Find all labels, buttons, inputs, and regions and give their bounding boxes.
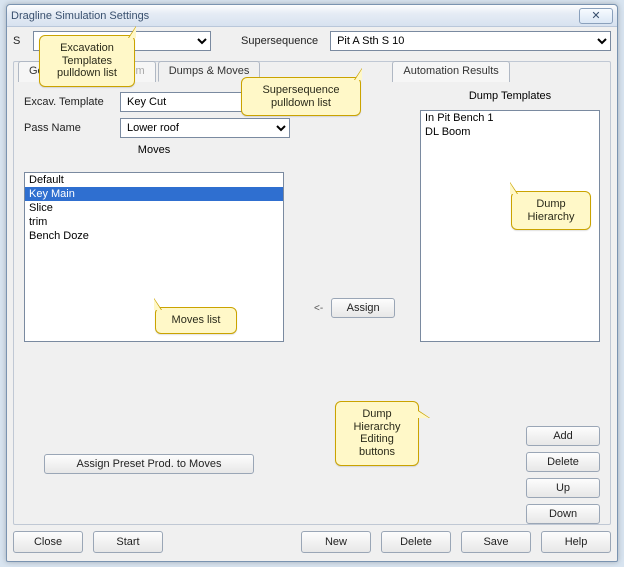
supersequence-combobox[interactable]: Pit A Sth S 10 — [330, 31, 611, 51]
dump-templates-title: Dump Templates — [420, 90, 600, 102]
close-button[interactable]: Close — [13, 531, 83, 553]
callout-dump-hierarchy: Dump Hierarchy — [511, 191, 591, 230]
up-button[interactable]: Up — [526, 478, 600, 498]
sim-label-trunc: S — [13, 35, 27, 47]
titlebar: Dragline Simulation Settings ✕ — [7, 5, 617, 27]
callout-excav: Excavation Templates pulldown list — [39, 35, 135, 87]
assign-preset-button[interactable]: Assign Preset Prod. to Moves — [44, 454, 254, 474]
delete-button[interactable]: Delete — [526, 452, 600, 472]
down-button[interactable]: Down — [526, 504, 600, 524]
list-item[interactable]: DL Boom — [421, 125, 599, 139]
window-title: Dragline Simulation Settings — [11, 10, 149, 22]
save-button[interactable]: Save — [461, 531, 531, 553]
tab-body: Excav. Template Key Cut Pass Name Lower … — [14, 82, 610, 524]
callout-moves: Moves list — [155, 307, 237, 334]
assign-button[interactable]: Assign — [331, 298, 395, 318]
dump-hierarchy-buttons: Add Delete Up Down — [526, 426, 600, 524]
callout-text: Supersequence pulldown list — [262, 84, 339, 109]
bottom-button-bar: Close Start New Delete Save Help — [13, 531, 611, 553]
callout-text: Dump Hierarchy — [527, 198, 574, 223]
callout-text: Moves list — [172, 314, 221, 326]
delete2-button[interactable]: Delete — [381, 531, 451, 553]
pass-name-label: Pass Name — [24, 122, 112, 134]
tab-automation-results[interactable]: Automation Results — [392, 61, 509, 82]
callout-dump-buttons: Dump Hierarchy Editing buttons — [335, 401, 419, 466]
assign-arrow-icon: <- — [314, 303, 323, 314]
list-item[interactable]: Bench Doze — [25, 229, 283, 243]
assign-preset-group: Assign Preset Prod. to Moves — [44, 454, 254, 474]
window-close-button[interactable]: ✕ — [579, 8, 613, 24]
callout-text: Excavation Templates pulldown list — [57, 42, 117, 79]
list-item[interactable]: In Pit Bench 1 — [421, 111, 599, 125]
moves-title: Moves — [24, 144, 284, 156]
callout-supersequence: Supersequence pulldown list — [241, 77, 361, 116]
list-item[interactable]: Slice — [25, 201, 283, 215]
list-item[interactable]: Default — [25, 173, 283, 187]
supersequence-label: Supersequence — [241, 35, 318, 47]
moves-listbox[interactable]: Default Key Main Slice trim Bench Doze — [24, 172, 284, 342]
add-button[interactable]: Add — [526, 426, 600, 446]
list-item[interactable]: Key Main — [25, 187, 283, 201]
assign-group: <- Assign — [314, 298, 395, 318]
help-button[interactable]: Help — [541, 531, 611, 553]
dialog-window: Dragline Simulation Settings ✕ S ast DL … — [6, 4, 618, 562]
tab-panel: General Single Sim Dumps & Moves Automat… — [13, 61, 611, 525]
new-button[interactable]: New — [301, 531, 371, 553]
list-item[interactable]: trim — [25, 215, 283, 229]
close-icon: ✕ — [591, 9, 600, 22]
pass-name-combobox[interactable]: Lower roof — [120, 118, 290, 138]
start-button[interactable]: Start — [93, 531, 163, 553]
callout-text: Dump Hierarchy Editing buttons — [353, 408, 400, 458]
excav-template-label: Excav. Template — [24, 96, 112, 108]
